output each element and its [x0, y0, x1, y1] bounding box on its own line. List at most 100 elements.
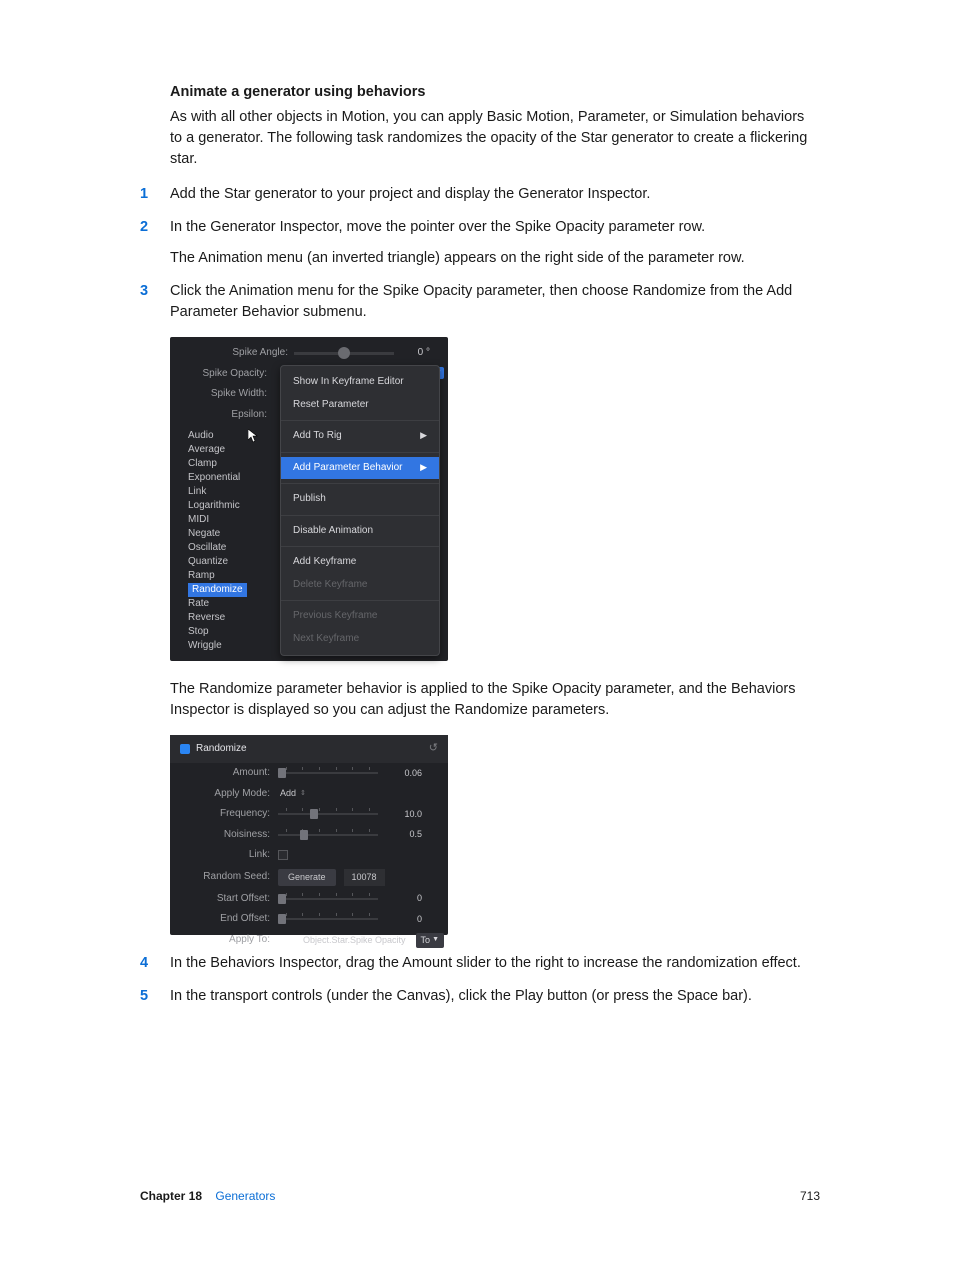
- row-frequency: Frequency: 10.0: [170, 804, 448, 825]
- row-link: Link:: [170, 845, 448, 866]
- menu-separator: [281, 546, 439, 547]
- menu-separator: [281, 420, 439, 421]
- step-post-text: The Randomize parameter behavior is appl…: [170, 679, 814, 721]
- animation-menu-screenshot: ▼ Spike Angle: 0 ° Spike Opacity: Spike …: [170, 337, 448, 661]
- menu-item-next-keyframe: Next Keyframe: [281, 628, 439, 651]
- submenu-item[interactable]: Negate: [188, 527, 268, 541]
- submenu-item[interactable]: Oscillate: [188, 541, 268, 555]
- param-label: Start Offset:: [170, 892, 278, 907]
- menu-separator: [281, 483, 439, 484]
- inspector-header: Randomize ↺: [170, 735, 448, 763]
- apply-mode-select[interactable]: Add⇕: [278, 787, 306, 800]
- intro-paragraph: As with all other objects in Motion, you…: [170, 107, 814, 170]
- dial-slider: [294, 347, 394, 359]
- step-number: 3: [140, 281, 148, 302]
- menu-item-reset-parameter[interactable]: Reset Parameter: [281, 394, 439, 417]
- submenu-item[interactable]: Quantize: [188, 555, 268, 569]
- footer-section-link[interactable]: Generators: [215, 1189, 275, 1203]
- step-5: 5 In the transport controls (under the C…: [170, 986, 814, 1007]
- apply-to-dropdown[interactable]: To▼: [416, 933, 444, 948]
- submenu-item[interactable]: Clamp: [188, 457, 268, 471]
- submenu-item[interactable]: Logarithmic: [188, 499, 268, 513]
- footer-page-number: 713: [800, 1188, 820, 1205]
- param-label: End Offset:: [170, 912, 278, 927]
- step-number: 4: [140, 953, 148, 974]
- param-value: 0: [378, 892, 428, 905]
- start-offset-slider[interactable]: [278, 893, 378, 905]
- param-value: 0.5: [378, 828, 428, 841]
- menu-separator: [281, 600, 439, 601]
- menu-item-add-keyframe[interactable]: Add Keyframe: [281, 551, 439, 574]
- param-label: Epsilon:: [170, 408, 273, 423]
- submenu-item[interactable]: Rate: [188, 597, 268, 611]
- submenu-item[interactable]: Average: [188, 443, 268, 457]
- submenu-item[interactable]: MIDI: [188, 513, 268, 527]
- param-label: Spike Opacity:: [170, 367, 273, 382]
- param-label: Apply Mode:: [170, 787, 278, 802]
- param-label: Random Seed:: [170, 870, 278, 885]
- step-text: In the Behaviors Inspector, drag the Amo…: [170, 955, 801, 971]
- behavior-title: Randomize: [196, 742, 247, 757]
- menu-item-previous-keyframe: Previous Keyframe: [281, 605, 439, 628]
- step-number: 5: [140, 986, 148, 1007]
- row-random-seed: Random Seed: Generate 10078: [170, 866, 448, 889]
- step-text: Click the Animation menu for the Spike O…: [170, 283, 792, 320]
- menu-item-publish[interactable]: Publish: [281, 488, 439, 511]
- step-number: 1: [140, 184, 148, 205]
- footer-chapter: Chapter 18: [140, 1189, 202, 1203]
- enable-checkbox[interactable]: [180, 744, 190, 754]
- end-offset-slider[interactable]: [278, 913, 378, 925]
- param-label: Frequency:: [170, 807, 278, 822]
- param-value: 10.0: [378, 808, 428, 821]
- submenu-item[interactable]: Wriggle: [188, 639, 268, 653]
- chevron-updown-icon: ⇕: [300, 789, 306, 799]
- step-number: 2: [140, 217, 148, 238]
- step-3: 3 Click the Animation menu for the Spike…: [170, 281, 814, 935]
- row-start-offset: Start Offset: 0: [170, 889, 448, 910]
- parameter-behavior-submenu: Audio Average Clamp Exponential Link Log…: [188, 429, 268, 653]
- amount-slider[interactable]: [278, 767, 378, 779]
- param-value: 0 °: [394, 346, 430, 361]
- menu-item-show-keyframe-editor[interactable]: Show In Keyframe Editor: [281, 371, 439, 394]
- noisiness-slider[interactable]: [278, 829, 378, 841]
- submenu-item[interactable]: Exponential: [188, 471, 268, 485]
- submenu-item[interactable]: Ramp: [188, 569, 268, 583]
- frequency-slider[interactable]: [278, 808, 378, 820]
- step-2: 2 In the Generator Inspector, move the p…: [170, 217, 814, 269]
- reset-icon[interactable]: ↺: [429, 741, 438, 757]
- behaviors-inspector-screenshot: Randomize ↺ Amount: 0.06 Apply Mode: Add…: [170, 735, 448, 935]
- param-label: Spike Angle:: [191, 346, 294, 361]
- param-label: Apply To:: [170, 933, 278, 948]
- section-heading: Animate a generator using behaviors: [170, 82, 814, 103]
- row-apply-mode: Apply Mode: Add⇕: [170, 784, 448, 805]
- generate-button[interactable]: Generate: [278, 869, 336, 886]
- submenu-item-randomize[interactable]: Randomize: [188, 583, 247, 597]
- apply-to-path: Object.Star.Spike Opacity: [278, 934, 406, 947]
- chevron-down-icon: ▼: [432, 935, 439, 945]
- menu-item-disable-animation[interactable]: Disable Animation: [281, 520, 439, 543]
- animation-menu-popover: Show In Keyframe Editor Reset Parameter …: [280, 365, 440, 656]
- chevron-right-icon: ▶: [420, 429, 427, 444]
- chevron-right-icon: ▶: [420, 461, 427, 474]
- submenu-item[interactable]: Stop: [188, 625, 268, 639]
- param-label: Link:: [170, 848, 278, 863]
- step-text: In the Generator Inspector, move the poi…: [170, 219, 705, 235]
- link-checkbox[interactable]: [278, 850, 288, 860]
- cursor-icon: [248, 429, 259, 443]
- param-value: 0: [378, 913, 428, 926]
- menu-item-add-to-rig[interactable]: Add To Rig▶: [281, 425, 439, 448]
- seed-value[interactable]: 10078: [344, 869, 385, 886]
- param-label: Amount:: [170, 766, 278, 781]
- menu-item-add-parameter-behavior[interactable]: Add Parameter Behavior▶: [281, 457, 439, 480]
- param-value: 0.06: [378, 767, 428, 780]
- row-amount: Amount: 0.06: [170, 763, 448, 784]
- row-noisiness: Noisiness: 0.5: [170, 825, 448, 846]
- menu-separator: [281, 515, 439, 516]
- menu-item-delete-keyframe: Delete Keyframe: [281, 574, 439, 597]
- menu-separator: [281, 452, 439, 453]
- step-4: 4 In the Behaviors Inspector, drag the A…: [170, 953, 814, 974]
- step-text: In the transport controls (under the Can…: [170, 988, 752, 1004]
- submenu-item[interactable]: Reverse: [188, 611, 268, 625]
- submenu-item[interactable]: Link: [188, 485, 268, 499]
- row-end-offset: End Offset: 0: [170, 909, 448, 930]
